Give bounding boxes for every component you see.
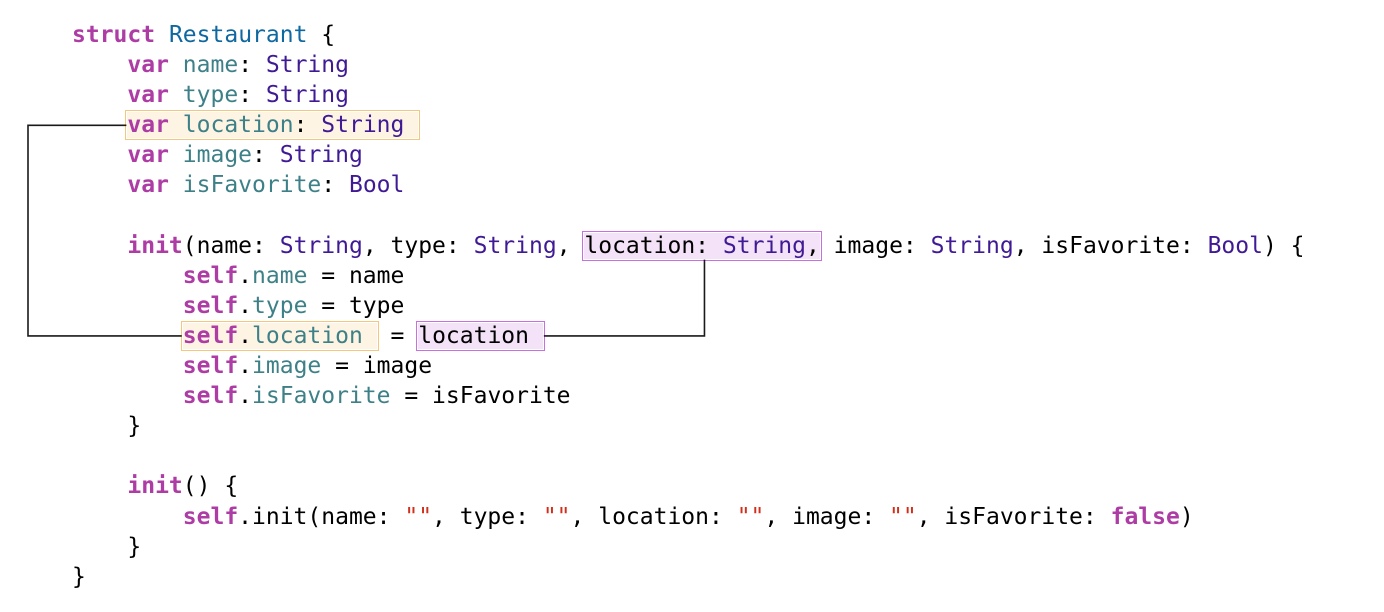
connector-lines xyxy=(27,124,706,337)
connector-param-to-assignment xyxy=(543,259,706,337)
connector-property-to-self-location xyxy=(27,124,182,337)
code-diagram: struct Restaurant { var name: String var… xyxy=(0,0,1384,612)
